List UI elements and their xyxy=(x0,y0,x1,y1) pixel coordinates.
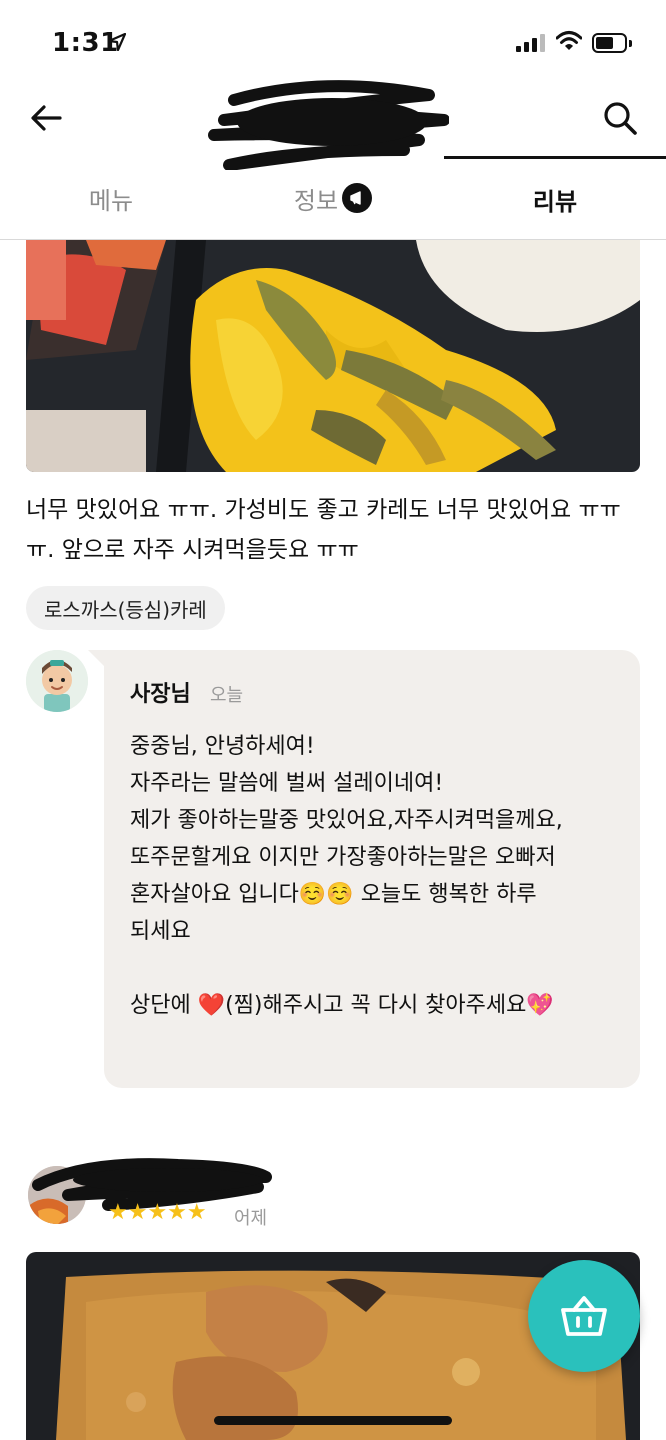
cart-button[interactable] xyxy=(528,1260,640,1372)
app-header xyxy=(0,80,666,170)
ordered-menu-chip: 로스까스(등심)카레 xyxy=(26,586,225,630)
tab-info[interactable]: 정보 xyxy=(222,156,444,240)
tab-review-label: 리뷰 xyxy=(532,188,578,216)
review-photo[interactable] xyxy=(26,240,640,472)
store-tabs: 메뉴 정보 리뷰 xyxy=(0,156,666,240)
tab-menu[interactable]: 메뉴 xyxy=(0,156,222,240)
rating-stars: ★★★★★ xyxy=(108,1200,207,1225)
battery-icon xyxy=(592,33,632,53)
location-arrow-icon xyxy=(108,33,126,51)
tab-info-label: 정보 xyxy=(293,186,339,215)
search-icon[interactable] xyxy=(600,98,640,138)
wifi-icon xyxy=(556,31,582,50)
arrow-left-icon[interactable] xyxy=(28,100,64,136)
basket-icon xyxy=(561,1296,607,1336)
cellular-signal-icon xyxy=(516,34,546,52)
tab-menu-label: 메뉴 xyxy=(88,186,134,215)
review-text: 너무 맛있어요 ㅠㅠ. 가성비도 좋고 카레도 너무 맛있어요 ㅠㅠㅠ. 앞으로… xyxy=(26,497,621,563)
owner-reply-name: 사장님 xyxy=(130,682,191,707)
owner-reply-time: 오늘 xyxy=(210,685,244,706)
owner-avatar xyxy=(26,650,88,712)
home-indicator xyxy=(214,1416,452,1425)
status-bar: 1:31 xyxy=(0,0,666,80)
review-date: 어제 xyxy=(234,1208,268,1229)
megaphone-icon xyxy=(342,183,373,213)
tab-review[interactable]: 리뷰 xyxy=(444,156,666,240)
owner-reply-text: 중중님, 안녕하세여! 자주라는 말씀에 벌써 설레이네여! 제가 좋아하는말중… xyxy=(130,734,563,1018)
